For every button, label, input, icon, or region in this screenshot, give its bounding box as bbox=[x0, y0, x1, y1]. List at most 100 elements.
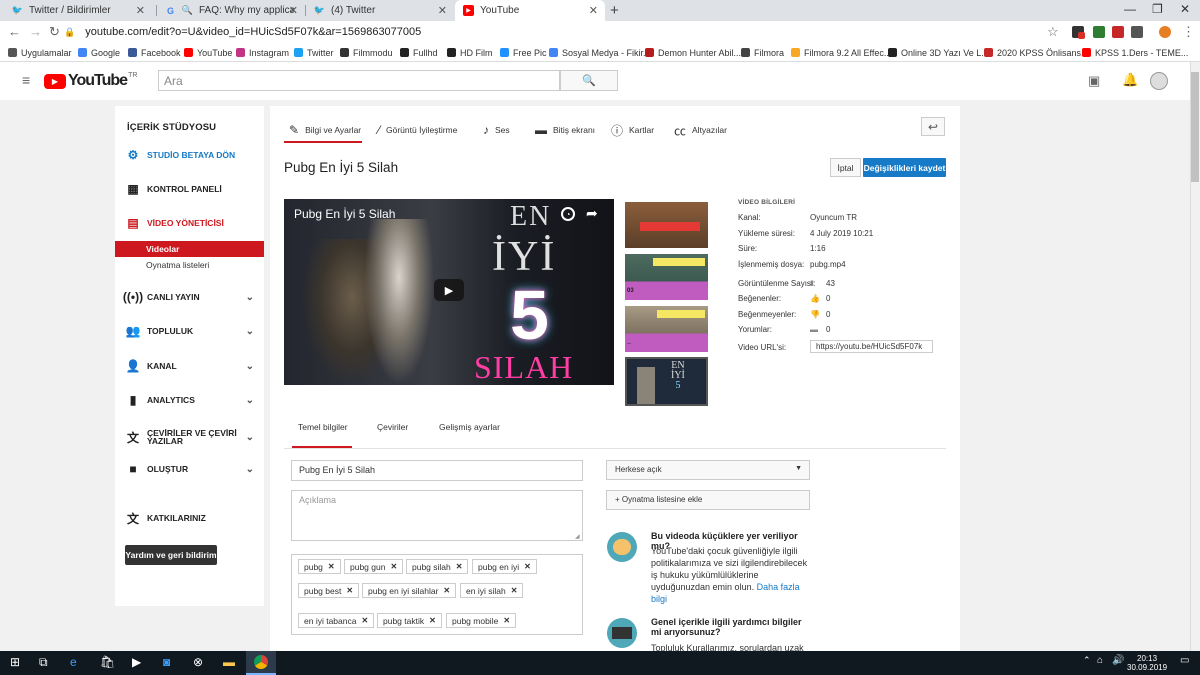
forward-icon[interactable]: → bbox=[29, 24, 42, 39]
tab-enhancements[interactable]: ⁄ Görüntü İyileştirme bbox=[378, 118, 457, 142]
thumbnail-option-selected[interactable]: EN İYİ 5 bbox=[625, 357, 708, 406]
edge-browser-icon[interactable]: e bbox=[70, 655, 77, 669]
sidebar-item-community[interactable]: 👥 TOPLULUK ⌄ bbox=[115, 320, 264, 342]
tab-end-screen[interactable]: ▬ Bitiş ekranı bbox=[535, 118, 595, 142]
chevron-down-icon[interactable]: ⌄ bbox=[246, 395, 254, 406]
sidebar-item-create[interactable]: ■ OLUŞTUR ⌄ bbox=[115, 458, 264, 480]
media-player-icon[interactable]: ▶ bbox=[132, 655, 141, 669]
xbox-icon[interactable]: ⊗ bbox=[193, 655, 203, 669]
extension-icon[interactable] bbox=[1131, 26, 1143, 38]
remove-tag-icon[interactable]: ✕ bbox=[346, 586, 353, 595]
remove-tag-icon[interactable]: ✕ bbox=[503, 616, 510, 625]
play-button[interactable]: ▶ bbox=[434, 279, 464, 301]
bookmark-item[interactable]: Demon Hunter Abil... bbox=[645, 46, 741, 59]
sidebar-subitem-playlists[interactable]: Oynatma listeleri bbox=[115, 257, 264, 273]
remove-tag-icon[interactable]: ✕ bbox=[511, 586, 518, 595]
chrome-taskbar-button[interactable] bbox=[246, 651, 276, 675]
bookmark-item[interactable]: Fullhd bbox=[400, 46, 438, 59]
volume-icon[interactable]: 🔊 bbox=[1112, 655, 1124, 666]
privacy-select[interactable]: Herkese açık ▼ bbox=[606, 460, 810, 480]
sidebar-item-studio-beta[interactable]: ⚙ STUDİO BETAYA DÖN bbox=[115, 144, 264, 166]
system-clock[interactable]: 20:13 30.09.2019 bbox=[1127, 654, 1167, 672]
bookmark-item[interactable]: Facebook bbox=[128, 46, 181, 59]
close-window-icon[interactable]: ✕ bbox=[1180, 2, 1190, 16]
account-avatar[interactable] bbox=[1150, 72, 1168, 90]
tab-basic-info[interactable]: Temel bilgiler bbox=[298, 422, 348, 432]
camera-app-icon[interactable]: ◙ bbox=[163, 655, 170, 669]
remove-tag-icon[interactable]: ✕ bbox=[524, 562, 531, 571]
remove-tag-icon[interactable]: ✕ bbox=[443, 586, 450, 595]
upload-video-icon[interactable]: ▣ bbox=[1088, 73, 1100, 89]
bookmark-star-icon[interactable]: ☆ bbox=[1047, 24, 1059, 40]
youtube-logo[interactable]: ▶ YouTube TR bbox=[44, 72, 137, 90]
share-icon[interactable]: ➦ bbox=[586, 205, 598, 222]
task-view-icon[interactable]: ⧉ bbox=[39, 655, 48, 670]
thumbnail-option[interactable]: -- bbox=[625, 306, 708, 352]
thumbnail-option[interactable] bbox=[625, 202, 708, 248]
remove-tag-icon[interactable]: ✕ bbox=[456, 562, 463, 571]
bookmark-item[interactable]: HD Film bbox=[447, 46, 493, 59]
thumbnail-option[interactable]: 03 bbox=[625, 254, 708, 300]
bookmark-item[interactable]: 2020 KPSS Önlisans... bbox=[984, 46, 1089, 59]
extension-icon[interactable] bbox=[1112, 26, 1124, 38]
remove-tag-icon[interactable]: ✕ bbox=[361, 616, 368, 625]
bookmark-item[interactable]: Free Pic bbox=[500, 46, 547, 59]
bookmark-item[interactable]: Filmora bbox=[741, 46, 784, 59]
browser-tab-faq[interactable]: G 🔍 FAQ: Why my application for ✕ bbox=[157, 0, 305, 21]
cancel-button[interactable]: İptal bbox=[830, 158, 861, 177]
tab-translations[interactable]: Çeviriler bbox=[377, 422, 408, 432]
close-tab-icon[interactable]: ✕ bbox=[289, 4, 298, 17]
title-input[interactable]: Pubg En İyi 5 Silah bbox=[291, 460, 583, 481]
remove-tag-icon[interactable]: ✕ bbox=[390, 562, 397, 571]
description-textarea[interactable]: Açıklama bbox=[291, 490, 583, 541]
search-input[interactable]: Ara bbox=[158, 70, 560, 91]
sidebar-item-video-manager[interactable]: ▤ VİDEO YÖNETİCİSİ bbox=[115, 212, 264, 234]
extension-icon[interactable] bbox=[1093, 26, 1105, 38]
video-url-field[interactable]: https://youtu.be/HUicSd5F07k bbox=[810, 340, 933, 353]
sidebar-item-translations[interactable]: 文 ÇEVİRİLER VE ÇEVİRİ YAZILAR ⌄ bbox=[115, 424, 264, 450]
notification-center-icon[interactable]: ▭ bbox=[1180, 655, 1189, 666]
reload-icon[interactable]: ↻ bbox=[49, 24, 60, 40]
notifications-bell-icon[interactable]: 🔔 bbox=[1122, 72, 1138, 88]
tab-audio[interactable]: ♪ Ses bbox=[483, 118, 510, 142]
bookmark-item[interactable]: Twitter bbox=[294, 46, 334, 59]
bookmark-item[interactable]: KPSS 1.Ders - TEME... bbox=[1082, 46, 1188, 59]
scrollbar-thumb[interactable] bbox=[1191, 72, 1199, 182]
tab-advanced-settings[interactable]: Gelişmiş ayarlar bbox=[439, 422, 500, 432]
bookmark-item[interactable]: Google bbox=[78, 46, 120, 59]
maximize-window-icon[interactable]: ❐ bbox=[1152, 2, 1163, 16]
sidebar-item-analytics[interactable]: ▮ ANALYTICS ⌄ bbox=[115, 389, 264, 411]
remove-tag-icon[interactable]: ✕ bbox=[429, 616, 436, 625]
video-player[interactable]: EN İYİ 5 SILAH Pubg En İyi 5 Silah ◔ ➦ ▶ bbox=[284, 199, 614, 385]
bookmark-item[interactable]: YouTube bbox=[184, 46, 232, 59]
bookmark-item[interactable]: Uygulamalar bbox=[8, 46, 72, 59]
new-tab-button[interactable]: + bbox=[610, 2, 619, 19]
back-button[interactable]: ↩ bbox=[921, 117, 945, 136]
sidebar-item-live[interactable]: ((•)) CANLI YAYIN ⌄ bbox=[115, 286, 264, 308]
close-tab-icon[interactable]: ✕ bbox=[136, 4, 145, 17]
bookmark-item[interactable]: Filmmodu bbox=[340, 46, 393, 59]
bookmark-item[interactable]: Sosyal Medya - Fikir... bbox=[549, 46, 651, 59]
browser-tab-youtube[interactable]: ▶ YouTube ✕ bbox=[455, 0, 605, 21]
profile-avatar[interactable] bbox=[1159, 26, 1171, 38]
windows-start-icon[interactable]: ⊞ bbox=[10, 655, 20, 669]
remove-tag-icon[interactable]: ✕ bbox=[328, 562, 335, 571]
browser-tab-twitter-notifications[interactable]: 🐦 Twitter / Bildirimler ✕ bbox=[4, 0, 152, 21]
tab-cards[interactable]: ⓘ Kartlar bbox=[611, 118, 654, 142]
search-button[interactable]: 🔍 bbox=[560, 70, 618, 91]
tab-info-settings[interactable]: ✎ Bilgi ve Ayarlar bbox=[289, 118, 361, 142]
add-to-playlist-button[interactable]: + Oynatma listesine ekle bbox=[606, 490, 810, 510]
chevron-down-icon[interactable]: ⌄ bbox=[246, 292, 254, 303]
chevron-down-icon[interactable]: ⌄ bbox=[246, 464, 254, 475]
address-bar[interactable]: 🔒 youtube.com/edit?o=U&video_id=HUicSd5F… bbox=[64, 23, 1064, 41]
sidebar-subitem-videos[interactable]: Videolar bbox=[115, 241, 264, 257]
help-feedback-button[interactable]: Yardım ve geri bildirim bbox=[125, 545, 217, 565]
chevron-down-icon[interactable]: ⌄ bbox=[246, 361, 254, 372]
sidebar-item-channel[interactable]: 👤 KANAL ⌄ bbox=[115, 355, 264, 377]
file-explorer-icon[interactable]: ▬ bbox=[223, 655, 235, 669]
minimize-window-icon[interactable]: — bbox=[1124, 2, 1136, 16]
sidebar-item-contributions[interactable]: 文 KATKILARINIZ bbox=[115, 507, 264, 529]
resize-handle-icon[interactable]: ◢ bbox=[575, 533, 580, 540]
close-tab-icon[interactable]: ✕ bbox=[589, 4, 598, 17]
tab-subtitles[interactable]: ㏄ Altyazılar bbox=[674, 118, 727, 142]
